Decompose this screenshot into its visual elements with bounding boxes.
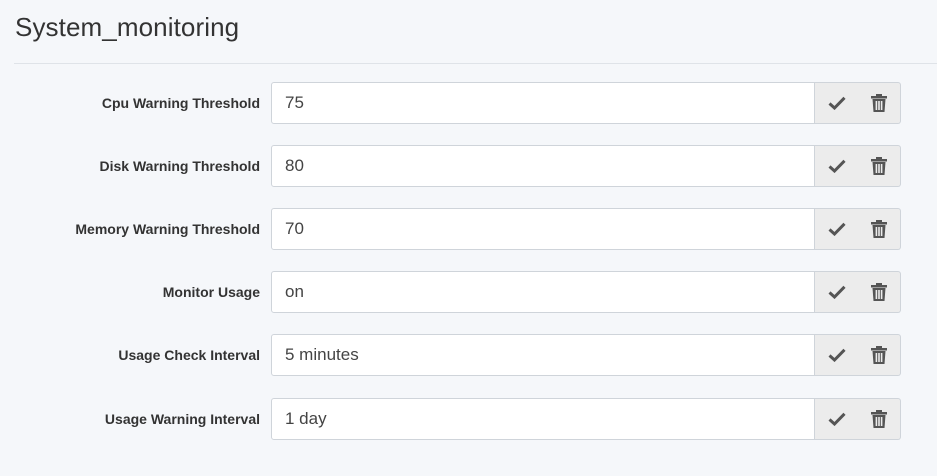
setting-label: Disk Warning Threshold — [99, 158, 261, 174]
delete-button[interactable] — [857, 271, 901, 313]
delete-button[interactable] — [857, 82, 901, 124]
settings-list: Cpu Warning Threshold Disk Warning Thres… — [0, 82, 937, 461]
save-button[interactable] — [814, 271, 859, 313]
checkmark-icon — [827, 222, 846, 236]
save-button[interactable] — [814, 145, 859, 187]
delete-button[interactable] — [857, 145, 901, 187]
trash-icon — [870, 346, 887, 364]
setting-value-input[interactable] — [272, 399, 815, 439]
trash-icon — [870, 157, 887, 175]
save-button[interactable] — [814, 398, 859, 440]
title-divider — [14, 63, 937, 64]
setting-field-container — [271, 271, 816, 313]
setting-row-usage-check-interval: Usage Check Interval — [0, 334, 937, 376]
checkmark-icon — [827, 348, 846, 362]
setting-row-memory-warning-threshold: Memory Warning Threshold — [0, 208, 937, 250]
setting-row-disk-warning-threshold: Disk Warning Threshold — [0, 145, 937, 187]
trash-icon — [870, 94, 887, 112]
save-button[interactable] — [814, 82, 859, 124]
checkmark-icon — [827, 96, 846, 110]
setting-field-container — [271, 145, 816, 187]
setting-label: Usage Check Interval — [118, 347, 260, 363]
page-title: System_monitoring — [15, 12, 240, 42]
checkmark-icon — [827, 285, 846, 299]
settings-page: System_monitoring Cpu Warning Threshold … — [0, 0, 937, 476]
trash-icon — [870, 283, 887, 301]
checkmark-icon — [827, 412, 846, 426]
setting-field-container — [271, 208, 816, 250]
setting-label: Monitor Usage — [162, 284, 260, 300]
setting-label: Memory Warning Threshold — [75, 221, 260, 237]
trash-icon — [870, 410, 887, 428]
save-button[interactable] — [814, 208, 859, 250]
setting-label: Cpu Warning Threshold — [101, 95, 260, 111]
setting-row-monitor-usage: Monitor Usage — [0, 271, 937, 313]
setting-value-input[interactable] — [272, 146, 815, 186]
setting-value-input[interactable] — [272, 209, 815, 249]
delete-button[interactable] — [857, 398, 901, 440]
setting-value-input[interactable] — [272, 83, 815, 123]
setting-field-container — [271, 398, 816, 440]
save-button[interactable] — [814, 334, 859, 376]
setting-field-container — [271, 334, 816, 376]
setting-field-container — [271, 82, 816, 124]
setting-value-input[interactable] — [272, 335, 815, 375]
setting-value-input[interactable] — [272, 272, 815, 312]
trash-icon — [870, 220, 887, 238]
checkmark-icon — [827, 159, 846, 173]
setting-row-usage-warning-interval: Usage Warning Interval — [0, 398, 937, 440]
delete-button[interactable] — [857, 208, 901, 250]
setting-row-cpu-warning-threshold: Cpu Warning Threshold — [0, 82, 937, 124]
delete-button[interactable] — [857, 334, 901, 376]
setting-label: Usage Warning Interval — [104, 411, 260, 427]
